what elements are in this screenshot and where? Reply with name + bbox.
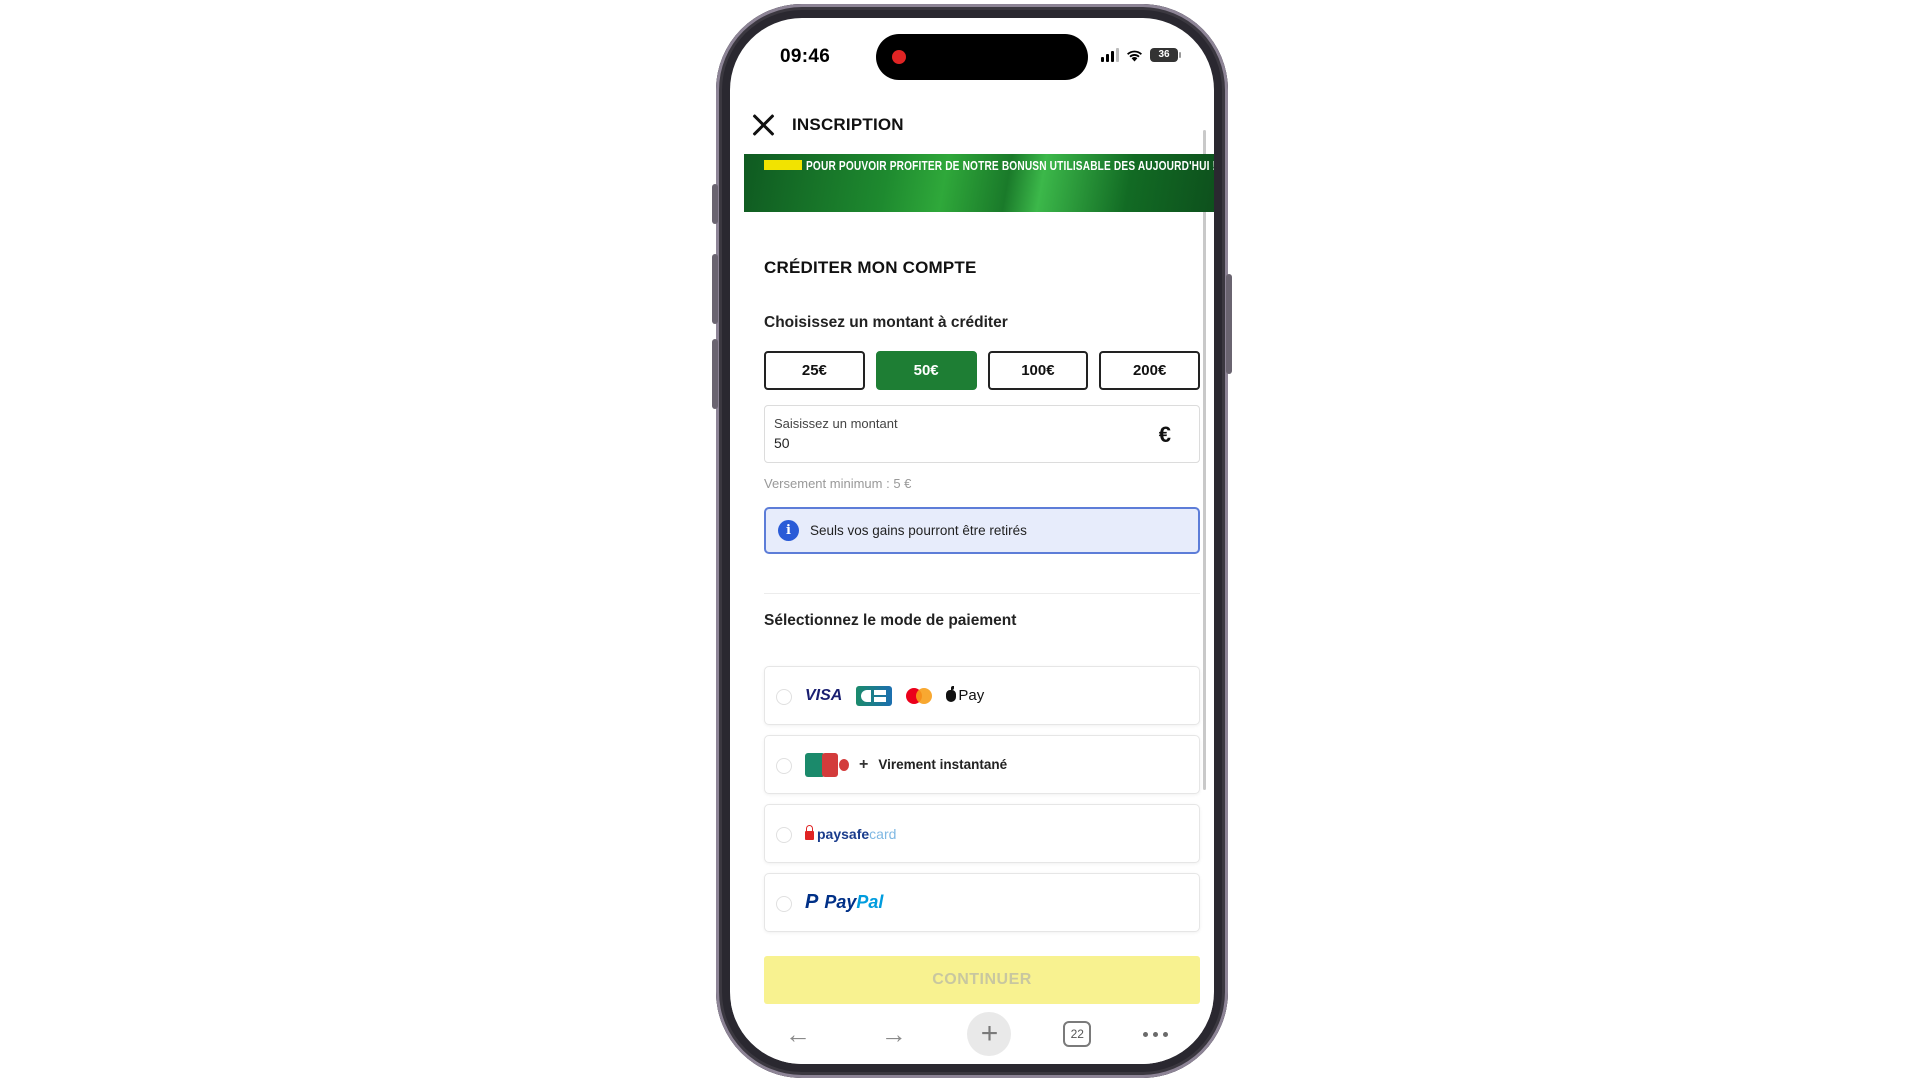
action-button — [712, 184, 718, 224]
amount-options: 25€ 50€ 100€ 200€ — [764, 351, 1200, 390]
amount-label: Choisissez un montant à créditer — [764, 314, 1008, 331]
amount-option-100[interactable]: 100€ — [987, 351, 1089, 390]
browser-toolbar: ← → + 22 — [730, 1004, 1214, 1064]
paysafe-text: paysafe — [817, 825, 870, 842]
apple-pay-logo: Pay — [946, 685, 985, 704]
amount-option-50[interactable]: 50€ — [875, 351, 977, 390]
euro-icon: € — [1158, 422, 1171, 447]
banner-accent — [764, 160, 802, 170]
paysafecard-logo: paysafecard — [805, 805, 896, 862]
recording-indicator-icon — [892, 50, 906, 64]
paypal-text-pal: Pal — [856, 892, 884, 912]
paysafe-card-text: card — [869, 825, 897, 842]
paypal-text-pay: Pay — [824, 892, 857, 912]
more-options-icon[interactable] — [1143, 1031, 1169, 1037]
info-notice: i Seuls vos gains pourront être retirés — [764, 507, 1200, 554]
new-tab-icon[interactable]: + — [967, 1012, 1012, 1056]
card-logos: VISA Pay — [805, 667, 984, 724]
power-button — [1226, 274, 1232, 374]
visa-logo: VISA — [805, 686, 843, 704]
section-title: CRÉDITER MON COMPTE — [764, 258, 977, 277]
payment-option-paypal[interactable]: P PayPal — [764, 873, 1200, 932]
amount-input[interactable]: Saisissez un montant 50 € — [764, 405, 1200, 463]
phone-frame: 09:46 36 INSCRIPTION POUR POUVOIR PROFIT… — [712, 4, 1232, 1078]
wifi-icon — [1127, 50, 1142, 61]
tabs-count-icon[interactable]: 22 — [1063, 1021, 1092, 1047]
info-text: Seuls vos gains pourront être retirés — [810, 523, 1027, 538]
payment-option-paysafecard[interactable]: paysafecard — [764, 804, 1200, 863]
bank-transfer-label: Virement instantané — [878, 757, 1008, 772]
volume-up-button — [712, 254, 718, 324]
radio-button[interactable] — [776, 896, 792, 912]
info-icon: i — [778, 520, 799, 541]
lock-icon — [805, 825, 814, 840]
payment-method-title: Sélectionnez le mode de paiement — [764, 612, 1017, 629]
page-title: INSCRIPTION — [792, 115, 904, 134]
phone-screen: 09:46 36 INSCRIPTION POUR POUVOIR PROFIT… — [730, 18, 1214, 1064]
apple-icon — [946, 685, 957, 702]
bank-logos: + Virement instantané — [805, 736, 1007, 793]
back-arrow-icon[interactable]: ← — [776, 1012, 820, 1056]
payment-option-bank-transfer[interactable]: + Virement instantané — [764, 735, 1200, 794]
scrollbar[interactable] — [1203, 130, 1206, 790]
payment-option-cards[interactable]: VISA Pay — [764, 666, 1200, 725]
cellular-signal-icon — [1101, 48, 1119, 62]
amount-input-label: Saisissez un montant — [774, 416, 898, 431]
radio-button[interactable] — [776, 689, 792, 705]
plus-icon: + — [859, 755, 869, 773]
dynamic-island — [876, 34, 1088, 80]
apple-pay-text: Pay — [958, 687, 985, 704]
amount-option-25[interactable]: 25€ — [764, 351, 865, 390]
battery-icon: 36 — [1150, 48, 1181, 62]
cb-logo — [856, 685, 893, 706]
volume-down-button — [712, 339, 718, 409]
status-icons: 36 — [1101, 48, 1181, 62]
divider — [764, 593, 1200, 594]
status-time: 09:46 — [780, 46, 831, 67]
paypal-icon: P — [805, 891, 819, 913]
radio-button[interactable] — [776, 827, 792, 843]
minimum-deposit-note: Versement minimum : 5 € — [764, 476, 912, 491]
promo-banner[interactable]: POUR POUVOIR PROFITER DE NOTRE BONUSN UT… — [744, 154, 1214, 212]
continue-button[interactable]: CONTINUER — [764, 956, 1200, 1004]
banner-text: POUR POUVOIR PROFITER DE NOTRE BONUSN UT… — [806, 158, 1214, 173]
amount-option-200[interactable]: 200€ — [1099, 351, 1200, 390]
amount-input-value[interactable]: 50 — [774, 435, 790, 451]
close-icon[interactable] — [750, 112, 776, 138]
mastercard-logo — [906, 687, 933, 704]
bank-cards-logo — [805, 752, 849, 777]
forward-arrow-icon[interactable]: → — [872, 1012, 916, 1056]
radio-button[interactable] — [776, 758, 792, 774]
paypal-logo: P PayPal — [805, 874, 883, 931]
